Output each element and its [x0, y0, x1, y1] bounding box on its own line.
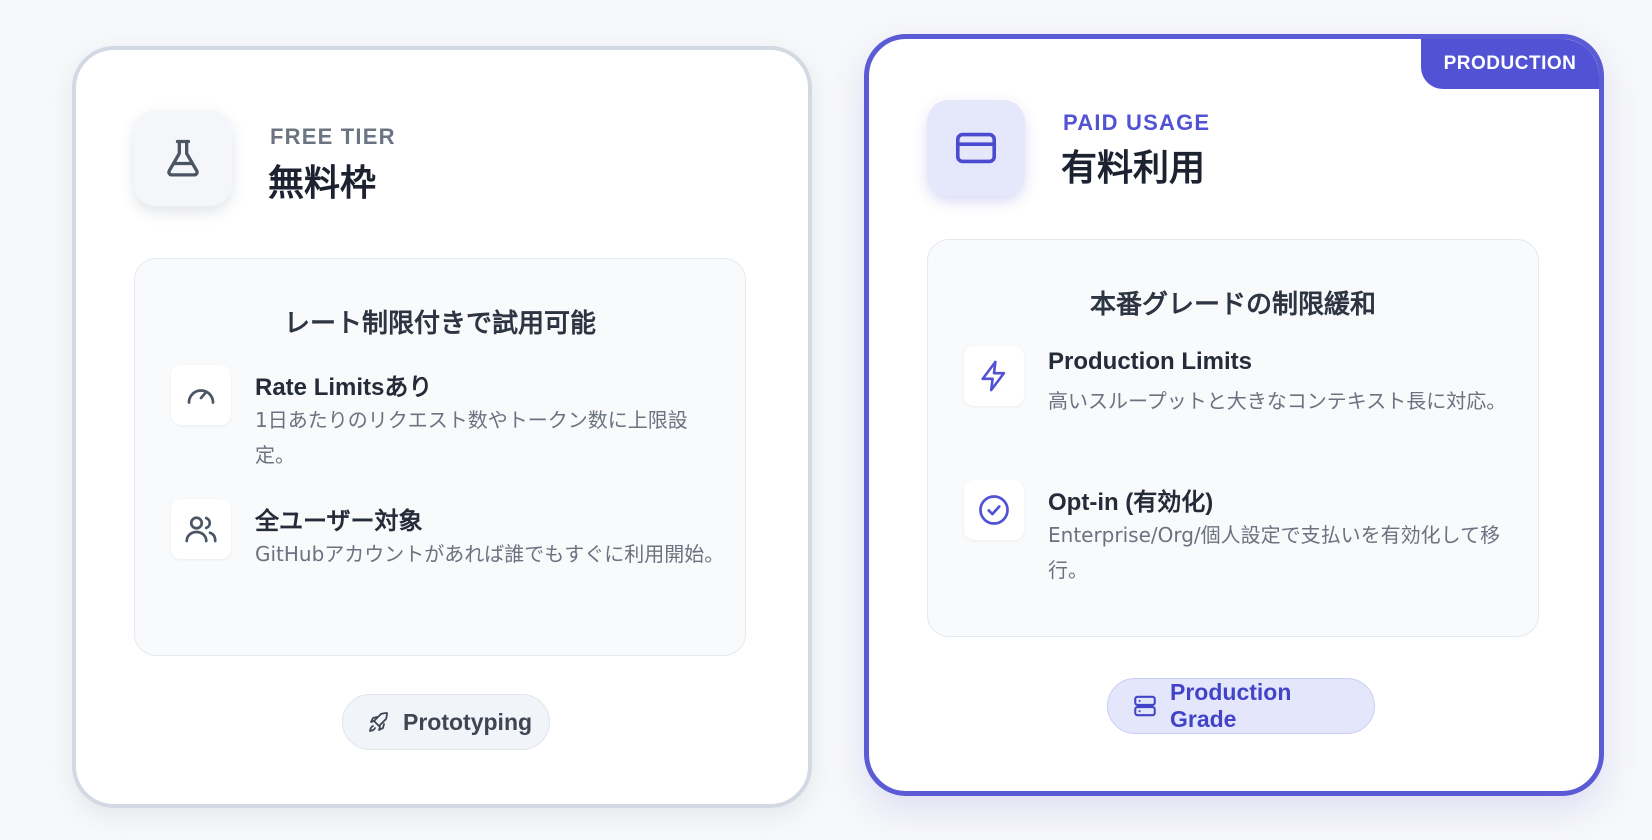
- users-icon: [171, 499, 231, 559]
- feature-description: 1日あたりのリクエスト数やトークン数に上限設定。: [255, 408, 688, 467]
- badge-label: Production Grade: [1170, 679, 1292, 732]
- feature-production-limits: Production Limits 高いスループットと大きなコンテキスト長に対応…: [964, 346, 1514, 456]
- feature-title: 全ユーザー対象: [255, 508, 423, 535]
- tier-title: 無料枠: [268, 163, 377, 204]
- feature-title: Production Limits: [1048, 348, 1252, 375]
- prototyping-badge: Prototyping: [342, 694, 550, 750]
- tier-eyebrow: PAID USAGE: [1063, 110, 1211, 135]
- panel-title: レート制限付きで試用可能: [283, 309, 596, 339]
- feature-rate-limits: Rate Limitsあり 1日あたりのリクエスト数やトークン数に上限設定。: [171, 365, 721, 475]
- tier-title: 有料利用: [1061, 148, 1206, 189]
- paid-usage-card: PRODUCTION PAID USAGE 有料利用 本番グレードの制限緩和 P…: [864, 34, 1604, 796]
- badge-label: Prototyping: [403, 708, 533, 735]
- feature-description: GitHubアカウントがあれば誰でもすぐに利用開始。: [255, 542, 725, 566]
- feature-title: Rate Limitsあり: [255, 374, 433, 401]
- free-features-panel: レート制限付きで試用可能 Rate Limitsあり 1日あたりのリクエスト数や…: [134, 258, 746, 656]
- feature-description: Enterprise/Org/個人設定で支払いを有効化して移行。: [1048, 523, 1501, 582]
- flask-icon: [134, 110, 232, 206]
- rocket-icon: [367, 710, 391, 734]
- production-grade-badge: Production Grade: [1107, 678, 1375, 734]
- panel-title: 本番グレードの制限緩和: [1089, 290, 1376, 320]
- production-ribbon: PRODUCTION: [1421, 39, 1599, 89]
- feature-opt-in: Opt-in (有効化) Enterprise/Org/個人設定で支払いを有効化…: [964, 480, 1514, 590]
- paid-features-panel: 本番グレードの制限緩和 Production Limits 高いスループットと大…: [927, 239, 1539, 637]
- tier-eyebrow: FREE TIER: [270, 124, 396, 149]
- check-circle-icon: [964, 480, 1024, 540]
- gauge-icon: [171, 365, 231, 425]
- feature-title: Opt-in (有効化): [1048, 489, 1214, 516]
- server-icon: [1132, 693, 1158, 719]
- credit-card-icon: [927, 100, 1025, 196]
- feature-description: 高いスループットと大きなコンテキスト長に対応。: [1048, 389, 1507, 413]
- free-tier-card: FREE TIER 無料枠 レート制限付きで試用可能 Rate Limitsあり…: [72, 46, 812, 808]
- feature-all-users: 全ユーザー対象 GitHubアカウントがあれば誰でもすぐに利用開始。: [171, 499, 724, 609]
- lightning-icon: [964, 346, 1024, 406]
